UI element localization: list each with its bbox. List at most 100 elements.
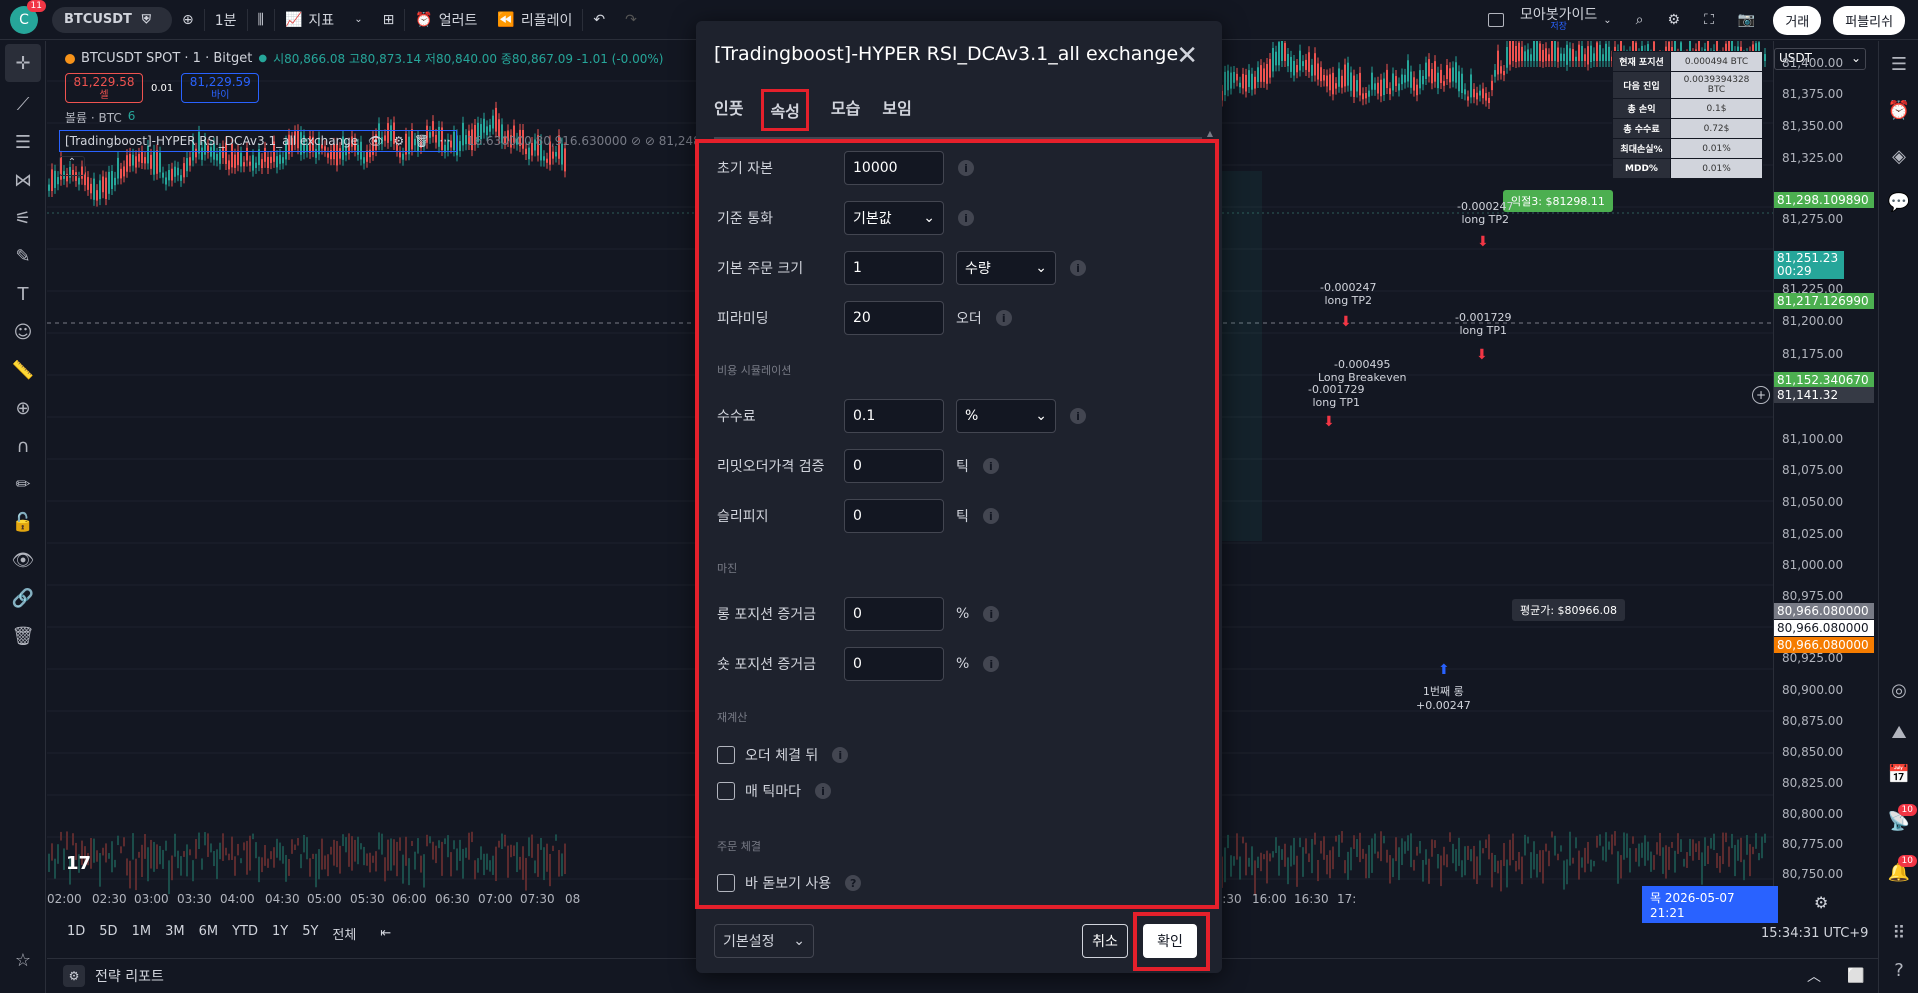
limit-verify-input[interactable]: 0 <box>844 449 944 483</box>
redo-button[interactable]: ↷ <box>615 0 647 40</box>
quick-search-button[interactable]: ⌕ <box>1626 0 1654 40</box>
commission-unit-select[interactable]: % ⌄ <box>956 399 1056 433</box>
range-button-ytd[interactable]: YTD <box>232 924 258 943</box>
layers-icon[interactable]: ◈ <box>1879 133 1918 179</box>
calendar-icon[interactable]: 📅 <box>1879 751 1918 797</box>
buy-button[interactable]: 81,229.59 바이 <box>181 73 260 103</box>
trend-line-icon[interactable]: ⟋ <box>0 85 46 123</box>
scrollbar-up-icon[interactable]: ▲ <box>1207 129 1213 138</box>
more-icon[interactable]: ··· <box>439 134 450 148</box>
range-button-1m[interactable]: 1M <box>132 924 152 943</box>
tab-visibility[interactable]: 보임 <box>882 89 911 131</box>
sell-button[interactable]: 81,229.58 셀 <box>65 73 143 103</box>
help-icon[interactable]: ? <box>845 875 862 891</box>
link-icon[interactable]: 🔗 <box>0 579 46 617</box>
info-icon[interactable]: i <box>982 508 999 524</box>
forecast-icon[interactable]: ⚟ <box>0 199 46 237</box>
bell-icon[interactable]: 🔔 10 <box>1879 849 1918 895</box>
chevron-up-icon[interactable]: ︿ <box>1807 966 1821 986</box>
fullscreen-button[interactable]: ⛶ <box>1694 0 1724 40</box>
range-button-6m[interactable]: 6M <box>199 924 219 943</box>
user-avatar[interactable]: C 11 <box>10 0 46 34</box>
watchlist-icon[interactable]: ☰ <box>1879 41 1918 87</box>
goto-date-icon[interactable]: ⇤ <box>380 926 391 941</box>
range-button-전체[interactable]: 전체 <box>332 924 356 943</box>
maximize-icon[interactable]: ⬜ <box>1847 968 1864 984</box>
cancel-button[interactable]: 취소 <box>1082 924 1128 958</box>
text-icon[interactable]: T <box>0 275 46 313</box>
price-axis[interactable]: USDT ⌄ 81,400.00 81,375.00 81,350.00 81,325.… <box>1752 41 1878 921</box>
ruler-icon[interactable]: 📏 <box>0 351 46 389</box>
order-size-unit-select[interactable]: 수량 ⌄ <box>956 251 1056 285</box>
magnet-icon[interactable]: ∩ <box>0 427 46 465</box>
tab-properties[interactable]: 속성 <box>761 89 809 131</box>
info-icon[interactable]: i <box>832 747 849 763</box>
lock-icon[interactable]: 🔓 <box>0 503 46 541</box>
range-button-1y[interactable]: 1Y <box>272 924 288 943</box>
order-size-input[interactable]: 1 <box>844 251 944 285</box>
idea-icon[interactable]: ⛰ <box>1879 709 1918 755</box>
trash-icon[interactable]: 🗑 <box>414 134 429 148</box>
pyramiding-input[interactable]: 20 <box>844 301 944 335</box>
settings-button[interactable]: ⚙ <box>1658 0 1691 40</box>
publish-button[interactable]: 퍼블리쉬 <box>1833 5 1906 35</box>
replay-button[interactable]: ⏪ 리플레이 <box>487 0 582 40</box>
commission-input[interactable]: 0.1 <box>844 399 944 433</box>
lock-drawing-icon[interactable]: ✏ <box>0 465 46 503</box>
chart-type-button[interactable]: ⫼ <box>248 0 274 40</box>
star-icon[interactable]: ☆ <box>0 941 46 979</box>
ok-button[interactable]: 확인 <box>1143 924 1197 958</box>
fib-retracement-icon[interactable]: ☰ <box>0 123 46 161</box>
help-icon[interactable]: ? <box>1879 947 1918 993</box>
slippage-input[interactable]: 0 <box>844 499 944 533</box>
undo-button[interactable]: ↶ <box>583 0 615 40</box>
close-icon[interactable]: ✕ <box>1176 41 1198 71</box>
long-margin-input[interactable]: 0 <box>844 597 944 631</box>
range-button-5d[interactable]: 5D <box>99 924 117 943</box>
strategy-legend-item[interactable]: [Tradingboost]-HYPER RSI_DCAv3.1_all exc… <box>59 130 457 152</box>
info-icon[interactable]: i <box>1070 260 1086 276</box>
axis-settings-icon[interactable]: ⚙ <box>1814 893 1828 912</box>
clock-text[interactable]: 15:34:31 UTC+9 <box>1761 926 1868 941</box>
alerts-clock-icon[interactable]: ⏰ <box>1879 87 1918 133</box>
emoji-icon[interactable]: ☺ <box>0 313 46 351</box>
settings-icon[interactable]: ⚙ <box>393 134 404 148</box>
indicators-button[interactable]: 📈 지표 ⌄ <box>275 0 373 40</box>
range-button-1d[interactable]: 1D <box>67 924 85 943</box>
trash-icon[interactable]: 🗑 <box>0 617 46 655</box>
info-icon[interactable]: i <box>983 656 1000 672</box>
screenshot-button[interactable]: 📷 <box>1728 0 1765 40</box>
stream-icon[interactable]: 📡 10 <box>1879 798 1918 844</box>
brush-icon[interactable]: ✎ <box>0 237 46 275</box>
magnifier-checkbox[interactable] <box>717 874 735 892</box>
eye-icon[interactable]: 👁 <box>368 134 383 148</box>
crosshair-icon[interactable]: ✛ <box>5 44 41 82</box>
initial-capital-input[interactable]: 10000 <box>844 151 944 185</box>
preset-select[interactable]: 기본설정 ⌄ <box>714 924 814 958</box>
zoom-in-icon[interactable]: ⊕ <box>0 389 46 427</box>
interval-button[interactable]: 1분 <box>205 0 247 40</box>
layout-button[interactable]: 모아봇가이드 저장 ⌄ <box>1478 0 1622 40</box>
target-icon[interactable]: ◎ <box>1879 667 1918 713</box>
collapse-legend-button[interactable]: ⌃ <box>59 156 85 176</box>
base-currency-select[interactable]: 기본값 ⌄ <box>844 201 944 235</box>
range-button-5y[interactable]: 5Y <box>302 924 318 943</box>
tab-inputs[interactable]: 인풋 <box>714 89 743 131</box>
symbol-search[interactable]: BTCUSDT ⛨ <box>52 6 172 33</box>
info-icon[interactable]: i <box>1070 408 1086 424</box>
tab-style[interactable]: 모습 <box>831 89 860 131</box>
add-alert-plus-icon[interactable]: + <box>1752 386 1770 404</box>
eye-icon[interactable]: 👁 <box>0 541 46 579</box>
range-button-3m[interactable]: 3M <box>165 924 185 943</box>
templates-button[interactable]: ⊞ <box>373 0 405 40</box>
alerts-button[interactable]: ⏰ 얼러트 <box>405 0 487 40</box>
chat-icon[interactable]: 💬 <box>1879 179 1918 225</box>
info-icon[interactable]: i <box>814 783 831 799</box>
info-icon[interactable]: i <box>983 606 1000 622</box>
every-tick-checkbox[interactable] <box>717 782 735 800</box>
info-icon[interactable]: i <box>995 310 1012 326</box>
info-icon[interactable]: i <box>958 160 974 176</box>
add-symbol-button[interactable]: ⊕ <box>172 0 204 40</box>
info-icon[interactable]: i <box>982 458 999 474</box>
after-fill-checkbox[interactable] <box>717 746 735 764</box>
